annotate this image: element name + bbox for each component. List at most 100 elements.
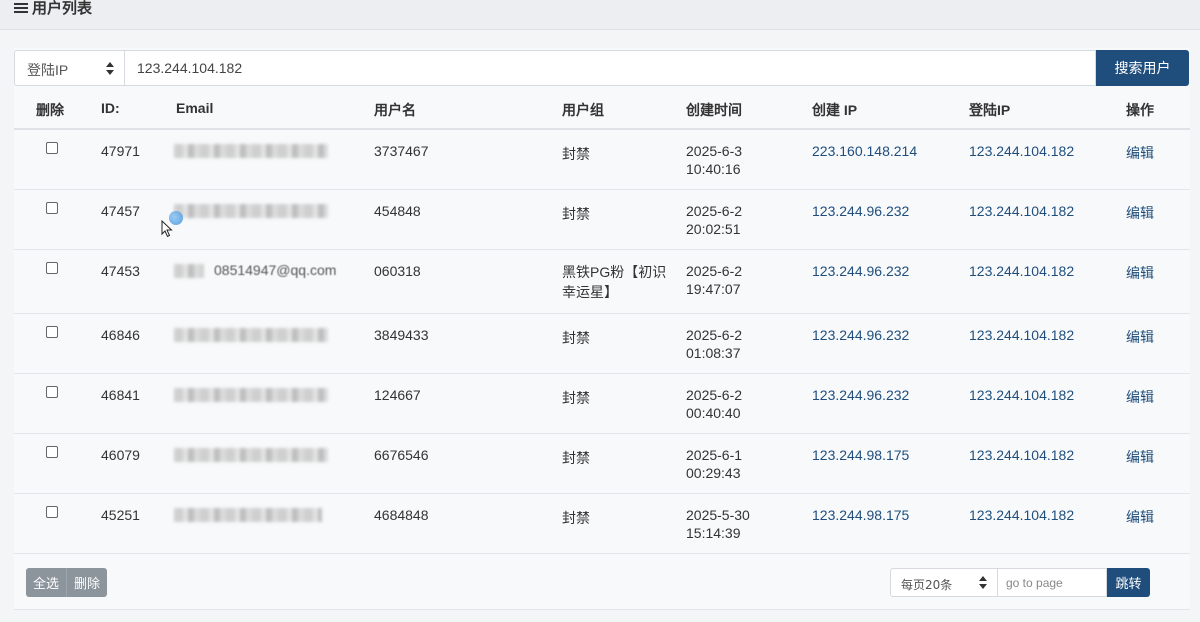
row-created-time: 20:02:51 — [686, 221, 741, 237]
search-row: 登陆IP 搜索用户 — [14, 50, 1190, 86]
row-group: 封禁 — [562, 206, 590, 222]
table-row: 46841 124667 封禁 2025-6-2 00:40:40 123.24… — [14, 374, 1190, 434]
search-field-select[interactable]: 登陆IP — [14, 50, 124, 86]
row-id: 46079 — [101, 447, 140, 463]
row-id: 46846 — [101, 327, 140, 343]
row-checkbox[interactable] — [46, 202, 58, 214]
row-edit-link[interactable]: 编辑 — [1126, 508, 1154, 526]
row-id: 45251 — [101, 507, 140, 523]
table-row: 46079 6676546 封禁 2025-6-1 00:29:43 123.2… — [14, 434, 1190, 494]
row-username: 3849433 — [374, 327, 429, 343]
redacted-email — [174, 508, 322, 522]
row-create-ip[interactable]: 123.244.96.232 — [812, 326, 909, 344]
row-edit-link[interactable]: 编辑 — [1126, 448, 1154, 466]
jump-button[interactable]: 跳转 — [1107, 568, 1150, 597]
goto-page-input[interactable] — [998, 568, 1107, 597]
table-row: 47457 454848 封禁 2025-6-2 20:02:51 123.24… — [14, 190, 1190, 250]
page-size-select[interactable]: 每页20条 — [890, 568, 998, 597]
row-group: 封禁 — [562, 146, 590, 162]
row-username: 454848 — [374, 203, 421, 219]
search-input[interactable] — [124, 50, 1096, 86]
row-create-ip[interactable]: 123.244.96.232 — [812, 262, 909, 280]
col-action: 操作 — [1126, 102, 1154, 118]
col-created-time: 创建时间 — [686, 102, 742, 118]
row-created-date: 2025-6-3 — [686, 143, 743, 159]
row-created-time: 00:40:40 — [686, 405, 741, 421]
col-delete: 删除 — [36, 102, 64, 118]
row-login-ip[interactable]: 123.244.104.182 — [969, 326, 1074, 344]
redacted-email — [174, 144, 328, 158]
row-id: 46841 — [101, 387, 140, 403]
col-create-ip: 创建 IP — [812, 102, 858, 118]
col-login-ip: 登陆IP — [969, 102, 1011, 118]
row-created-date: 2025-6-2 — [686, 327, 743, 343]
search-users-button[interactable]: 搜索用户 — [1096, 50, 1189, 86]
row-id: 47971 — [101, 143, 140, 159]
row-group: 封禁 — [562, 450, 590, 466]
row-username: 124667 — [374, 387, 421, 403]
row-checkbox[interactable] — [46, 262, 58, 274]
col-email: Email — [176, 100, 214, 116]
header-bar: 用户列表 — [0, 0, 1200, 30]
row-checkbox[interactable] — [46, 326, 58, 338]
row-username: 060318 — [374, 263, 421, 279]
row-id: 47453 — [101, 263, 140, 279]
user-list-panel: 登陆IP 搜索用户 删除 ID: Email 用户名 用户组 创建时间 创建 I… — [14, 48, 1190, 610]
row-created-date: 2025-6-2 — [686, 203, 743, 219]
row-created-time: 01:08:37 — [686, 345, 741, 361]
row-login-ip[interactable]: 123.244.104.182 — [969, 506, 1074, 524]
row-checkbox[interactable] — [46, 142, 58, 154]
mouse-cursor-icon — [161, 220, 173, 238]
row-create-ip[interactable]: 223.160.148.214 — [812, 142, 917, 160]
col-group: 用户组 — [562, 102, 604, 118]
table-row: 47971 3737467 封禁 2025-6-3 10:40:16 223.1… — [14, 130, 1190, 190]
row-group: 封禁 — [562, 390, 590, 406]
row-login-ip[interactable]: 123.244.104.182 — [969, 446, 1074, 464]
redacted-email — [174, 448, 328, 462]
table-row: 47453 08514947@qq.com 060318 黑铁PG粉【初识幸运星… — [14, 250, 1190, 314]
row-create-ip[interactable]: 123.244.96.232 — [812, 202, 909, 220]
row-group: 黑铁PG粉【初识幸运星】 — [562, 264, 667, 300]
row-created-time: 15:14:39 — [686, 525, 741, 541]
row-login-ip[interactable]: 123.244.104.182 — [969, 386, 1074, 404]
search-field-value: 登陆IP — [27, 62, 69, 78]
row-created-time: 00:29:43 — [686, 465, 741, 481]
row-create-ip[interactable]: 123.244.98.175 — [812, 506, 909, 524]
row-edit-link[interactable]: 编辑 — [1126, 328, 1154, 346]
redacted-email — [174, 388, 328, 402]
row-created-time: 19:47:07 — [686, 281, 741, 297]
row-checkbox[interactable] — [46, 386, 58, 398]
row-created-date: 2025-6-2 — [686, 263, 743, 279]
row-login-ip[interactable]: 123.244.104.182 — [969, 262, 1074, 280]
row-create-ip[interactable]: 123.244.98.175 — [812, 446, 909, 464]
select-all-button[interactable]: 全选 — [26, 568, 67, 597]
row-group: 封禁 — [562, 330, 590, 346]
row-checkbox[interactable] — [46, 446, 58, 458]
bulk-delete-button[interactable]: 删除 — [66, 568, 108, 597]
table-header: 删除 ID: Email 用户名 用户组 创建时间 创建 IP 登陆IP 操作 — [14, 88, 1190, 130]
row-username: 6676546 — [374, 447, 429, 463]
row-edit-link[interactable]: 编辑 — [1126, 144, 1154, 162]
redacted-email — [174, 264, 204, 278]
select-arrows-icon — [979, 576, 987, 590]
page-size-value: 每页20条 — [901, 578, 953, 592]
redacted-email — [174, 328, 328, 342]
row-edit-link[interactable]: 编辑 — [1126, 264, 1154, 282]
page-title: 用户列表 — [14, 0, 92, 18]
row-edit-link[interactable]: 编辑 — [1126, 388, 1154, 406]
row-login-ip[interactable]: 123.244.104.182 — [969, 202, 1074, 220]
redacted-email — [174, 204, 328, 218]
table-row: 46846 3849433 封禁 2025-6-2 01:08:37 123.2… — [14, 314, 1190, 374]
bulk-actions: 全选 删除 — [26, 568, 108, 597]
row-login-ip[interactable]: 123.244.104.182 — [969, 142, 1074, 160]
row-create-ip[interactable]: 123.244.96.232 — [812, 386, 909, 404]
row-email: 08514947@qq.com — [214, 262, 337, 278]
row-edit-link[interactable]: 编辑 — [1126, 204, 1154, 222]
row-group: 封禁 — [562, 510, 590, 526]
row-created-date: 2025-6-1 — [686, 447, 743, 463]
page-title-text: 用户列表 — [32, 0, 93, 17]
select-arrows-icon — [106, 62, 114, 76]
row-checkbox[interactable] — [46, 506, 58, 518]
table-row: 45251 4684848 封禁 2025-5-30 15:14:39 123.… — [14, 494, 1190, 554]
col-id: ID: — [101, 100, 120, 116]
